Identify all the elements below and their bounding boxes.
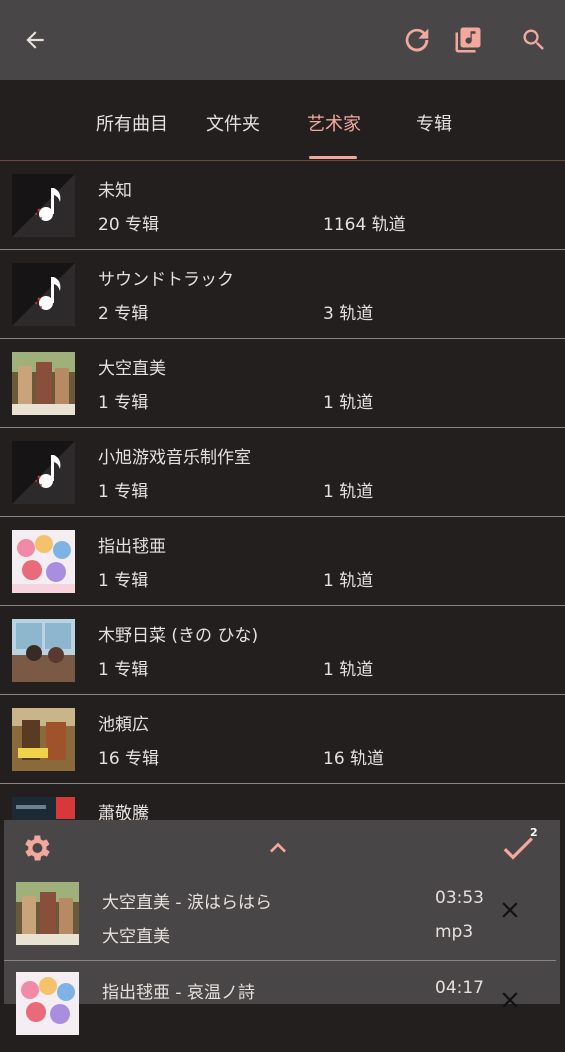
active-tab-indicator xyxy=(309,156,357,159)
album-count: 20 专辑 xyxy=(98,215,160,235)
artist-name: サウンドトラック xyxy=(98,270,234,290)
music-note-placeholder-icon xyxy=(12,263,75,326)
close-icon xyxy=(502,992,518,1008)
queue-item-duration: 03:53 xyxy=(435,888,484,908)
album-art xyxy=(12,619,75,682)
artist-name: 池頼広 xyxy=(98,715,149,735)
album-art xyxy=(12,708,75,771)
album-count: 16 专辑 xyxy=(98,749,160,769)
gear-icon xyxy=(25,835,50,861)
queue-item-format: mp3 xyxy=(435,922,474,942)
album-art xyxy=(12,352,75,415)
album-count: 1 专辑 xyxy=(98,571,149,591)
artist-row[interactable]: 小旭游戏音乐制作室 1 专辑 1 轨道 xyxy=(0,427,565,517)
music-note-placeholder-icon xyxy=(12,174,75,237)
music-note-placeholder-icon xyxy=(12,441,75,504)
queue-count-badge: 2 xyxy=(530,826,538,839)
artist-row[interactable]: 大空直美 1 专辑 1 轨道 xyxy=(0,338,565,428)
tab-artists[interactable]: 艺术家 xyxy=(307,110,361,136)
queue-item-artist: 大空直美 xyxy=(102,927,170,947)
artist-row[interactable]: 蕭敬騰 xyxy=(0,783,565,820)
queue-item-title: 指出毬亜 - 哀温ノ詩 xyxy=(102,983,255,1003)
artist-row[interactable]: サウンドトラック 2 专辑 3 轨道 xyxy=(0,249,565,339)
chevron-up-icon xyxy=(270,842,286,853)
artist-name: 未知 xyxy=(98,181,132,201)
expand-button[interactable] xyxy=(258,828,298,868)
artist-row[interactable]: 池頼広 16 专辑 16 轨道 xyxy=(0,694,565,784)
queue-item-title: 大空直美 - 涙はらはら xyxy=(102,893,272,913)
search-icon xyxy=(523,29,544,50)
refresh-icon xyxy=(405,28,429,52)
artist-list[interactable]: 未知 20 专辑 1164 轨道 サウンドトラック 2 专辑 3 轨道 大空直美… xyxy=(0,160,565,820)
artist-name: 小旭游戏音乐制作室 xyxy=(98,448,251,468)
track-count: 1 轨道 xyxy=(323,393,374,413)
remove-button[interactable] xyxy=(494,894,526,926)
music-library-button[interactable] xyxy=(448,20,488,60)
queue-divider xyxy=(4,960,556,961)
remove-button[interactable] xyxy=(494,984,526,1016)
refresh-button[interactable] xyxy=(397,20,437,60)
settings-button[interactable] xyxy=(16,828,56,868)
music-library-icon xyxy=(455,27,481,53)
tab-bar: 所有曲目 文件夹 艺术家 专辑 xyxy=(0,80,565,161)
queue-item[interactable]: 大空直美 - 涙はらはら 大空直美 03:53 mp3 xyxy=(4,874,556,962)
queue-item-duration: 04:17 xyxy=(435,978,484,998)
album-art xyxy=(12,797,75,820)
arrow-left-icon xyxy=(26,31,44,49)
track-count: 3 轨道 xyxy=(323,304,374,324)
album-count: 1 专辑 xyxy=(98,393,149,413)
artist-name: 木野日菜 (きの ひな) xyxy=(98,626,259,646)
back-button[interactable] xyxy=(15,20,55,60)
track-count: 16 轨道 xyxy=(323,749,385,769)
app-bar xyxy=(0,0,565,80)
close-icon xyxy=(502,902,518,918)
track-count: 1164 轨道 xyxy=(323,215,406,235)
artist-row[interactable]: 未知 20 专辑 1164 轨道 xyxy=(0,160,565,250)
track-count: 1 轨道 xyxy=(323,571,374,591)
track-count: 1 轨道 xyxy=(323,660,374,680)
album-art xyxy=(12,530,75,593)
queue-item[interactable]: 指出毬亜 - 哀温ノ詩 04:17 xyxy=(4,964,556,1052)
tab-all-tracks[interactable]: 所有曲目 xyxy=(96,110,168,136)
artist-name: 蕭敬騰 xyxy=(98,804,149,820)
tab-albums[interactable]: 专辑 xyxy=(416,110,452,136)
artist-row[interactable]: 指出毬亜 1 专辑 1 轨道 xyxy=(0,516,565,606)
artist-name: 指出毬亜 xyxy=(98,537,166,557)
tab-folders[interactable]: 文件夹 xyxy=(206,110,260,136)
album-count: 1 专辑 xyxy=(98,482,149,502)
artist-name: 大空直美 xyxy=(98,359,166,379)
search-button[interactable] xyxy=(514,20,554,60)
album-count: 2 专辑 xyxy=(98,304,149,324)
artist-row[interactable]: 木野日菜 (きの ひな) 1 专辑 1 轨道 xyxy=(0,605,565,695)
album-art xyxy=(16,882,79,945)
track-count: 1 轨道 xyxy=(323,482,374,502)
album-count: 1 专辑 xyxy=(98,660,149,680)
